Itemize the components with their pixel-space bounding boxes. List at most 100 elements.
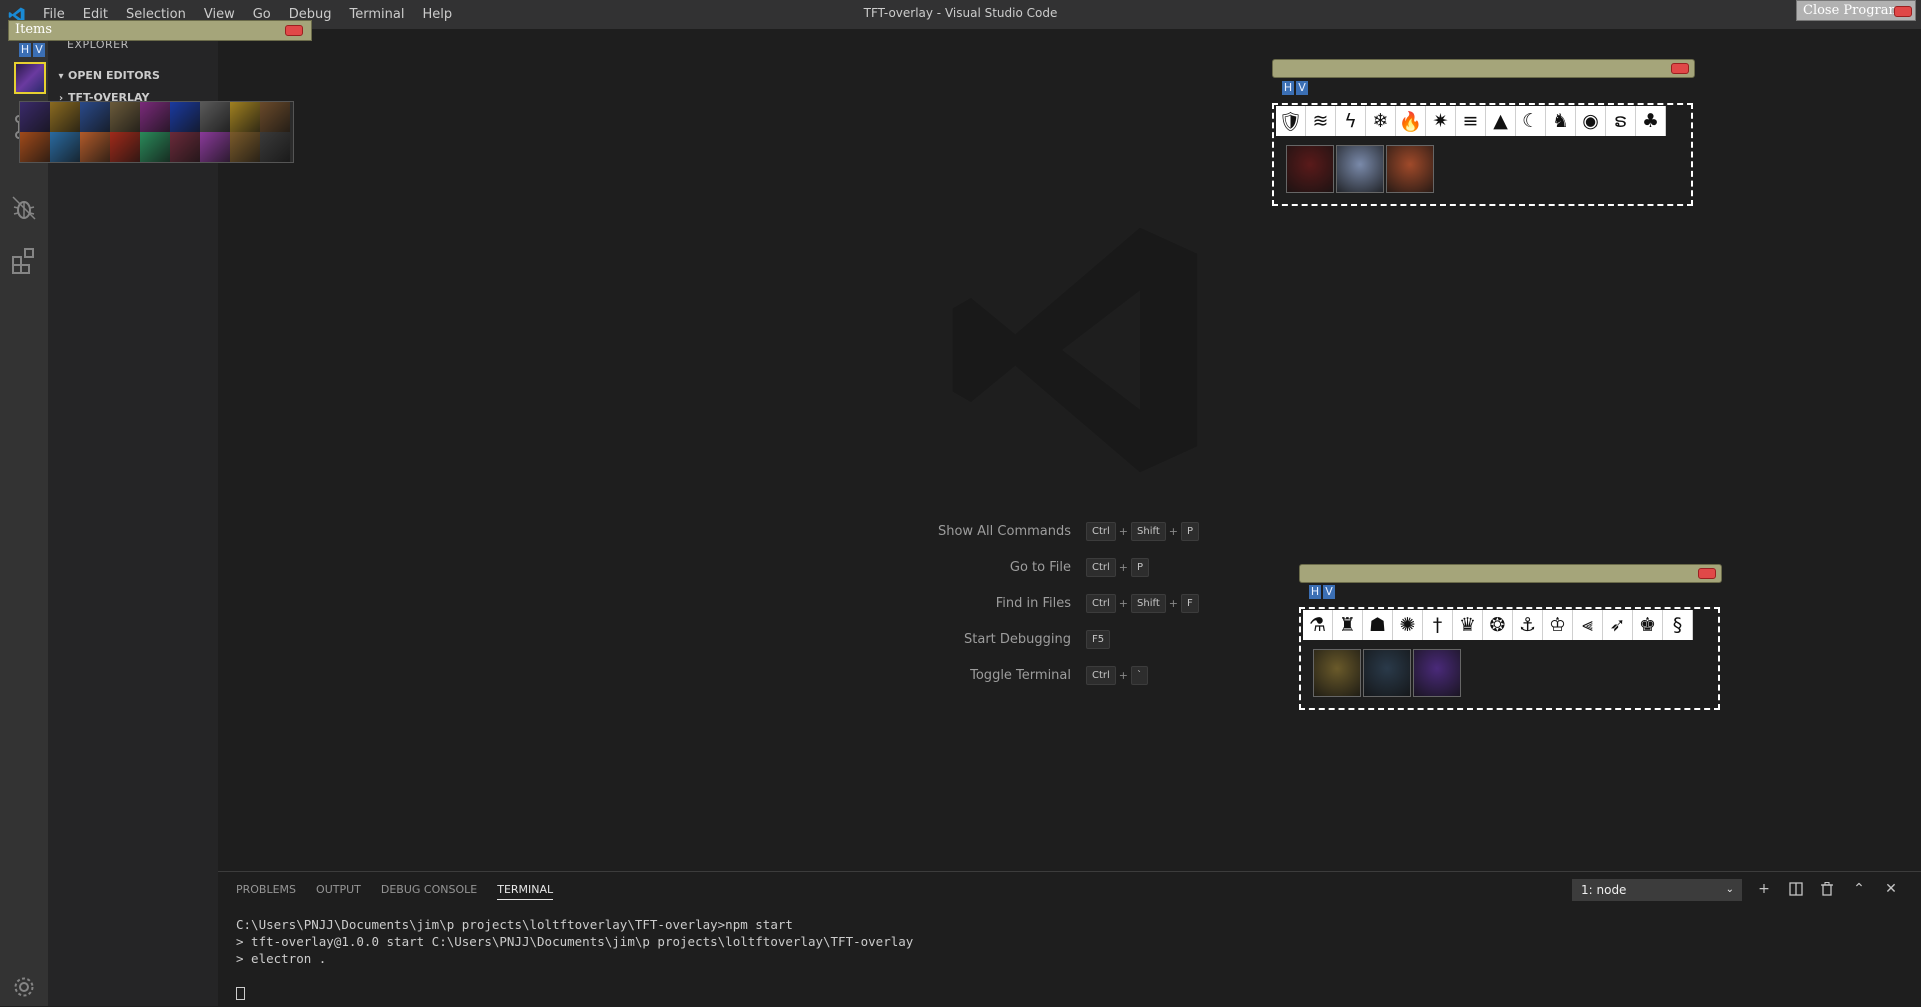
item-icon[interactable] [20,102,50,132]
tab-debug-console[interactable]: DEBUG CONSOLE [381,883,477,900]
key-cap: Ctrl [1086,522,1116,541]
item-icon[interactable] [80,132,110,162]
close-program-button[interactable]: Close Program [1796,0,1916,21]
shortcut-label: Toggle Terminal [970,668,1071,683]
shortcut-label: Start Debugging [964,632,1071,647]
trait-overlay-titlebar[interactable] [1299,564,1722,583]
item-grid [19,101,294,163]
trait-icon[interactable]: ⫷ [1573,610,1603,640]
trait-icon[interactable]: ☗ [1363,610,1393,640]
tab-terminal[interactable]: TERMINAL [497,883,554,900]
horizontal-button[interactable]: H [1309,585,1321,599]
debug-icon[interactable] [10,194,38,222]
item-icon[interactable] [200,132,230,162]
item-icon[interactable] [140,102,170,132]
gear-icon[interactable] [12,975,36,999]
tab-problems[interactable]: PROBLEMS [236,883,296,900]
split-icon[interactable] [1787,880,1805,898]
champion-portrait[interactable] [1363,649,1411,697]
trait-icon[interactable]: ❂ [1483,610,1513,640]
vertical-button[interactable]: V [1323,585,1335,599]
trait-icon[interactable]: ☾ [1516,106,1546,136]
key-cap: Shift [1131,594,1166,613]
shortcut-keys: F5 [1086,630,1111,649]
item-icon[interactable] [110,102,140,132]
champion-portrait[interactable] [1413,649,1461,697]
trait-icon[interactable]: ✷ [1426,106,1456,136]
item-icon[interactable] [110,132,140,162]
trait-icon[interactable]: ♛ [1453,610,1483,640]
tab-output[interactable]: OUTPUT [316,883,361,900]
extensions-icon[interactable] [10,246,38,274]
trait-icon[interactable]: ♔ [1543,610,1573,640]
trait-icon[interactable]: ❄ [1366,106,1396,136]
item-icon[interactable] [170,132,200,162]
terminal-output[interactable]: C:\Users\PNJJ\Documents\jim\p projects\l… [236,916,913,1001]
item-icon[interactable] [260,132,290,162]
trait-icon[interactable]: ϟ [1336,106,1366,136]
plus-icon[interactable]: + [1755,880,1773,898]
terminal-select[interactable]: 1: node ⌄ [1572,879,1742,901]
vertical-button[interactable]: V [33,43,45,57]
plus-separator: + [1168,597,1178,610]
chevron-down-icon: ▾ [58,71,64,82]
trait-icon[interactable]: ◉ [1576,106,1606,136]
shortcut-keys: Ctrl + ` [1086,666,1149,685]
section-open-editors[interactable]: ▾ OPEN EDITORS [48,65,218,87]
item-icon[interactable] [170,102,200,132]
trait-icon[interactable]: ♜ [1333,610,1363,640]
trait-icon[interactable]: ຣ [1606,106,1636,136]
items-overlay-titlebar[interactable]: Items [8,20,312,41]
champion-portrait[interactable] [1286,145,1334,193]
shortcut-label: Show All Commands [937,524,1071,539]
item-icon[interactable] [50,102,80,132]
trait-icon[interactable]: ♚ [1633,610,1663,640]
trait-icon[interactable]: 🔥 [1396,106,1426,136]
trait-panel: 🛡 ≋ ϟ ❄ 🔥 ✷ ≡ ▲ ☾ ♞ ◉ ຣ ♣ [1272,103,1693,206]
trait-icon[interactable]: ✺ [1393,610,1423,640]
item-icon[interactable] [20,132,50,162]
champion-portrait[interactable] [1336,145,1384,193]
trait-icon[interactable]: ➶ [1603,610,1633,640]
trait-icon[interactable]: ≋ [1306,106,1336,136]
trait-icon[interactable]: ♞ [1546,106,1576,136]
close-overlay-button[interactable] [1671,63,1689,74]
terminal-select-value: 1: node [1581,883,1627,897]
item-icon[interactable] [200,102,230,132]
trait-icon[interactable]: ⚓ [1513,610,1543,640]
champion-portrait[interactable] [1313,649,1361,697]
menu-help[interactable]: Help [413,0,461,29]
trait-icon[interactable]: ≡ [1456,106,1486,136]
item-icon[interactable] [230,132,260,162]
item-icon[interactable] [80,102,110,132]
close-overlay-button[interactable] [285,25,303,36]
chevron-up-icon[interactable]: ⌃ [1850,880,1868,898]
horizontal-button[interactable]: H [1282,81,1294,95]
terminal-line: C:\Users\PNJJ\Documents\jim\p projects\l… [236,917,793,932]
shortcut-keys: Ctrl + P [1086,558,1150,577]
panel-tabs: PROBLEMS OUTPUT DEBUG CONSOLE TERMINAL [236,883,554,900]
item-icon[interactable] [230,102,260,132]
trait-icon[interactable]: § [1663,610,1693,640]
trait-icon[interactable]: † [1423,610,1453,640]
key-cap: Shift [1131,522,1166,541]
trait-overlay-titlebar[interactable] [1272,59,1695,78]
close-icon[interactable]: ✕ [1882,880,1900,898]
trait-icon[interactable]: ⚗ [1303,610,1333,640]
selected-item[interactable] [14,62,46,94]
trait-icon[interactable]: ♣ [1636,106,1666,136]
champion-portrait[interactable] [1386,145,1434,193]
key-cap: F [1180,594,1199,613]
trait-icon[interactable]: ▲ [1486,106,1516,136]
close-icon [1894,6,1912,17]
item-icon[interactable] [50,132,80,162]
close-overlay-button[interactable] [1698,568,1716,579]
trash-icon[interactable] [1818,880,1836,898]
horizontal-button[interactable]: H [19,43,31,57]
item-icon[interactable] [260,102,290,132]
plus-separator: + [1118,525,1129,538]
vertical-button[interactable]: V [1296,81,1308,95]
trait-icon[interactable]: 🛡 [1276,106,1306,136]
item-icon[interactable] [140,132,170,162]
menu-terminal[interactable]: Terminal [341,0,414,29]
